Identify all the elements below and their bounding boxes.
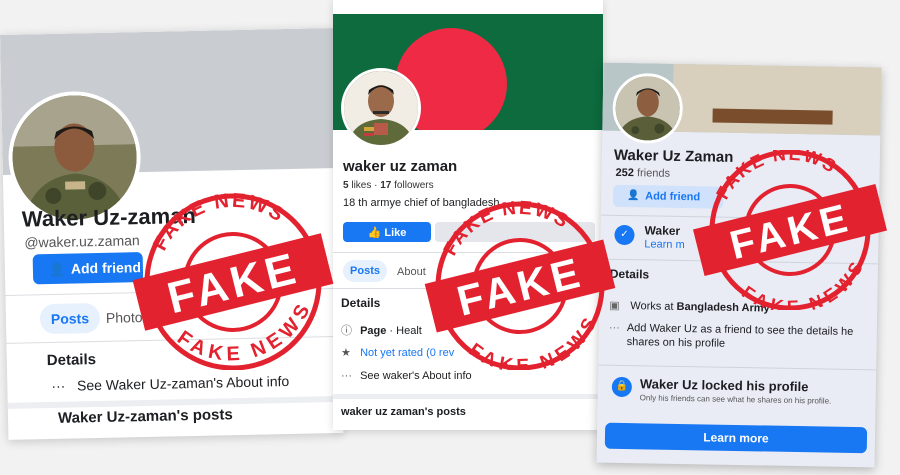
about-info-label: See Waker Uz-zaman's About info [76, 373, 290, 394]
more-dots-icon: ··· [341, 370, 352, 382]
locked-profile-title: Waker Uz locked his profile [639, 376, 809, 395]
tab-posts[interactable]: Posts [343, 260, 387, 282]
info-icon: ⓘ [341, 325, 352, 337]
friends-label: friends [636, 167, 671, 180]
locked-profile-subtitle: Only his friends can see what he shares … [639, 393, 832, 406]
profile-handle: @waker.uz.zaman [24, 232, 140, 251]
like-button-label: Like [384, 227, 407, 239]
avatar[interactable] [612, 72, 684, 144]
likes-label: likes [351, 180, 372, 191]
add-friend-icon: 👤 [627, 190, 640, 202]
learn-more-button[interactable]: Learn more [604, 422, 868, 454]
add-friend-info-text: Add Waker Uz as a friend to see the deta… [626, 322, 854, 350]
followers-count: 17 [380, 180, 392, 191]
star-icon: ★ [341, 347, 351, 359]
page-category: Healt [396, 325, 422, 337]
lock-notice-link[interactable]: Learn m [644, 238, 685, 251]
lock-shield-icon: 🔒 [611, 376, 633, 398]
about-info-label: See waker's About info [360, 370, 472, 382]
followers-label: followers [394, 180, 434, 191]
stamp-main-text: FAKE [452, 248, 588, 325]
details-heading: Details [341, 296, 381, 310]
fake-news-stamp: FAKE NEWS FAKE NEWS FAKE [132, 190, 334, 370]
page-label: Page [360, 325, 387, 337]
posts-heading: waker uz zaman's posts [341, 406, 466, 418]
about-info-link[interactable]: ··· See waker's About info [341, 370, 472, 382]
tab-posts[interactable]: Posts [39, 302, 101, 335]
more-dots-icon: ··· [51, 377, 74, 394]
lock-notice-title: Waker [644, 223, 681, 238]
page-name: waker uz zaman [343, 158, 458, 175]
fake-news-stamp: FAKE NEWS FAKE NEWS FAKE [424, 200, 616, 370]
details-heading: Details [46, 351, 97, 370]
likes-count: 5 [343, 180, 349, 191]
posts-heading: Waker Uz-zaman's posts [57, 406, 233, 427]
friends-count: 252 [615, 166, 635, 180]
add-friend-icon: 👤 [48, 261, 66, 278]
page-category-row: ⓘ Page · Healt [341, 322, 422, 338]
like-thumb-icon: 👍 [367, 227, 385, 239]
add-friend-info-row: ··· Add Waker Uz as a friend to see the d… [609, 321, 867, 353]
add-friend-button[interactable]: 👤 Add friend [32, 252, 144, 285]
friends-count-row: 252 friends [615, 167, 670, 180]
page-stats: 5 likes · 17 followers [343, 180, 434, 191]
about-info-link[interactable]: ··· See Waker Uz-zaman's About info [51, 373, 289, 394]
section-separator [333, 394, 603, 399]
top-bar [333, 0, 603, 14]
avatar[interactable] [341, 68, 421, 148]
fake-news-stamp: FAKE NEWS FAKE NEWS FAKE [692, 150, 888, 310]
like-button[interactable]: 👍 Like [343, 222, 431, 242]
works-at-prefix: Works at [630, 300, 674, 313]
divider [598, 364, 877, 371]
